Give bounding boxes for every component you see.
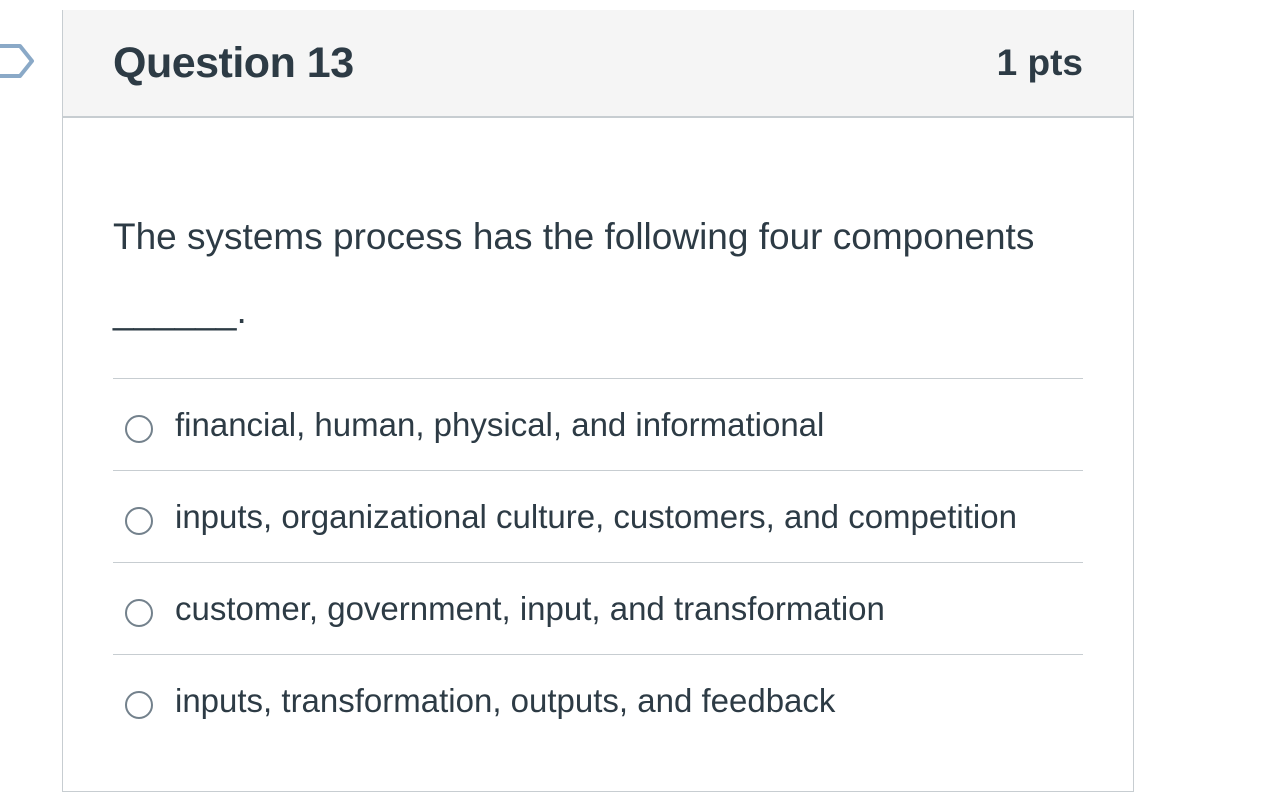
question-body: The systems process has the following fo… <box>63 200 1133 747</box>
answer-label: financial, human, physical, and informat… <box>175 405 825 443</box>
answer-list: financial, human, physical, and informat… <box>113 378 1083 747</box>
radio-button[interactable] <box>125 598 153 627</box>
question-title: Question 13 <box>113 38 354 87</box>
question-text-line: The systems process has the following fo… <box>113 216 1035 257</box>
answer-label: inputs, organizational culture, customer… <box>175 497 1017 535</box>
radio-button[interactable] <box>125 506 153 535</box>
quiz-page: Question 13 1 pts The systems process ha… <box>0 0 1262 810</box>
question-header: Question 13 1 pts <box>63 10 1133 118</box>
answer-option[interactable]: customer, government, input, and transfo… <box>113 563 1083 655</box>
answer-option[interactable]: financial, human, physical, and informat… <box>113 379 1083 471</box>
flag-question-icon[interactable] <box>0 42 38 80</box>
answer-label: customer, government, input, and transfo… <box>175 589 885 627</box>
question-card: Question 13 1 pts The systems process ha… <box>62 10 1134 792</box>
answer-option[interactable]: inputs, transformation, outputs, and fee… <box>113 655 1083 747</box>
radio-button[interactable] <box>125 414 153 443</box>
question-blank: ______. <box>113 290 247 331</box>
radio-button[interactable] <box>125 691 153 719</box>
question-text: The systems process has the following fo… <box>113 200 1083 348</box>
answer-option[interactable]: inputs, organizational culture, customer… <box>113 471 1083 563</box>
question-points: 1 pts <box>996 42 1083 83</box>
answer-label: inputs, transformation, outputs, and fee… <box>175 682 836 719</box>
